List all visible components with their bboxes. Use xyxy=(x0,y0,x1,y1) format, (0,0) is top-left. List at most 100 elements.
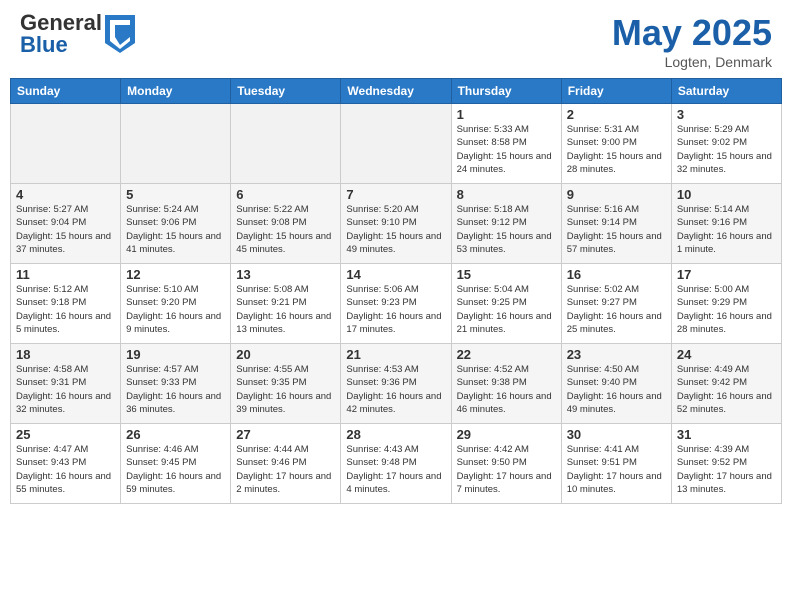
calendar-cell: 29Sunrise: 4:42 AMSunset: 9:50 PMDayligh… xyxy=(451,424,561,504)
logo-icon xyxy=(105,15,135,53)
day-info: Sunrise: 4:50 AMSunset: 9:40 PMDaylight:… xyxy=(567,363,666,416)
day-info: Sunrise: 4:42 AMSunset: 9:50 PMDaylight:… xyxy=(457,443,556,496)
day-number: 6 xyxy=(236,187,335,202)
calendar-cell: 7Sunrise: 5:20 AMSunset: 9:10 PMDaylight… xyxy=(341,184,451,264)
calendar-cell: 18Sunrise: 4:58 AMSunset: 9:31 PMDayligh… xyxy=(11,344,121,424)
day-info: Sunrise: 4:49 AMSunset: 9:42 PMDaylight:… xyxy=(677,363,776,416)
calendar-cell: 20Sunrise: 4:55 AMSunset: 9:35 PMDayligh… xyxy=(231,344,341,424)
day-number: 21 xyxy=(346,347,445,362)
calendar-cell: 31Sunrise: 4:39 AMSunset: 9:52 PMDayligh… xyxy=(671,424,781,504)
day-info: Sunrise: 5:33 AMSunset: 8:58 PMDaylight:… xyxy=(457,123,556,176)
header: General Blue May 2025 Logten, Denmark xyxy=(0,0,792,78)
day-info: Sunrise: 5:31 AMSunset: 9:00 PMDaylight:… xyxy=(567,123,666,176)
day-info: Sunrise: 4:52 AMSunset: 9:38 PMDaylight:… xyxy=(457,363,556,416)
day-number: 17 xyxy=(677,267,776,282)
calendar-cell xyxy=(11,104,121,184)
day-info: Sunrise: 5:06 AMSunset: 9:23 PMDaylight:… xyxy=(346,283,445,336)
day-number: 15 xyxy=(457,267,556,282)
day-info: Sunrise: 4:55 AMSunset: 9:35 PMDaylight:… xyxy=(236,363,335,416)
day-number: 3 xyxy=(677,107,776,122)
day-number: 22 xyxy=(457,347,556,362)
day-number: 19 xyxy=(126,347,225,362)
day-info: Sunrise: 5:18 AMSunset: 9:12 PMDaylight:… xyxy=(457,203,556,256)
day-number: 16 xyxy=(567,267,666,282)
day-number: 29 xyxy=(457,427,556,442)
day-info: Sunrise: 5:10 AMSunset: 9:20 PMDaylight:… xyxy=(126,283,225,336)
location: Logten, Denmark xyxy=(612,54,772,70)
day-info: Sunrise: 5:16 AMSunset: 9:14 PMDaylight:… xyxy=(567,203,666,256)
day-info: Sunrise: 5:29 AMSunset: 9:02 PMDaylight:… xyxy=(677,123,776,176)
calendar-wrapper: Sunday Monday Tuesday Wednesday Thursday… xyxy=(0,78,792,512)
day-number: 4 xyxy=(16,187,115,202)
day-number: 18 xyxy=(16,347,115,362)
day-info: Sunrise: 4:39 AMSunset: 9:52 PMDaylight:… xyxy=(677,443,776,496)
day-number: 24 xyxy=(677,347,776,362)
day-info: Sunrise: 5:20 AMSunset: 9:10 PMDaylight:… xyxy=(346,203,445,256)
calendar-cell: 1Sunrise: 5:33 AMSunset: 8:58 PMDaylight… xyxy=(451,104,561,184)
day-number: 25 xyxy=(16,427,115,442)
day-number: 10 xyxy=(677,187,776,202)
logo-blue: Blue xyxy=(20,32,68,57)
calendar-table: Sunday Monday Tuesday Wednesday Thursday… xyxy=(10,78,782,504)
day-info: Sunrise: 4:46 AMSunset: 9:45 PMDaylight:… xyxy=(126,443,225,496)
calendar-cell: 9Sunrise: 5:16 AMSunset: 9:14 PMDaylight… xyxy=(561,184,671,264)
calendar-cell: 19Sunrise: 4:57 AMSunset: 9:33 PMDayligh… xyxy=(121,344,231,424)
calendar-cell: 30Sunrise: 4:41 AMSunset: 9:51 PMDayligh… xyxy=(561,424,671,504)
col-sunday: Sunday xyxy=(11,79,121,104)
day-number: 1 xyxy=(457,107,556,122)
day-number: 7 xyxy=(346,187,445,202)
calendar-cell: 26Sunrise: 4:46 AMSunset: 9:45 PMDayligh… xyxy=(121,424,231,504)
day-info: Sunrise: 4:47 AMSunset: 9:43 PMDaylight:… xyxy=(16,443,115,496)
day-info: Sunrise: 5:02 AMSunset: 9:27 PMDaylight:… xyxy=(567,283,666,336)
day-info: Sunrise: 4:58 AMSunset: 9:31 PMDaylight:… xyxy=(16,363,115,416)
day-number: 5 xyxy=(126,187,225,202)
day-number: 12 xyxy=(126,267,225,282)
calendar-cell: 27Sunrise: 4:44 AMSunset: 9:46 PMDayligh… xyxy=(231,424,341,504)
calendar-cell: 10Sunrise: 5:14 AMSunset: 9:16 PMDayligh… xyxy=(671,184,781,264)
calendar-week-row: 11Sunrise: 5:12 AMSunset: 9:18 PMDayligh… xyxy=(11,264,782,344)
calendar-cell: 28Sunrise: 4:43 AMSunset: 9:48 PMDayligh… xyxy=(341,424,451,504)
calendar-cell xyxy=(231,104,341,184)
day-info: Sunrise: 5:14 AMSunset: 9:16 PMDaylight:… xyxy=(677,203,776,256)
calendar-cell: 4Sunrise: 5:27 AMSunset: 9:04 PMDaylight… xyxy=(11,184,121,264)
day-info: Sunrise: 5:04 AMSunset: 9:25 PMDaylight:… xyxy=(457,283,556,336)
calendar-week-row: 25Sunrise: 4:47 AMSunset: 9:43 PMDayligh… xyxy=(11,424,782,504)
day-number: 30 xyxy=(567,427,666,442)
day-number: 31 xyxy=(677,427,776,442)
calendar-cell: 14Sunrise: 5:06 AMSunset: 9:23 PMDayligh… xyxy=(341,264,451,344)
day-number: 13 xyxy=(236,267,335,282)
calendar-cell: 13Sunrise: 5:08 AMSunset: 9:21 PMDayligh… xyxy=(231,264,341,344)
month-title: May 2025 xyxy=(612,12,772,54)
calendar-cell: 22Sunrise: 4:52 AMSunset: 9:38 PMDayligh… xyxy=(451,344,561,424)
day-info: Sunrise: 4:43 AMSunset: 9:48 PMDaylight:… xyxy=(346,443,445,496)
day-number: 27 xyxy=(236,427,335,442)
day-info: Sunrise: 5:27 AMSunset: 9:04 PMDaylight:… xyxy=(16,203,115,256)
day-number: 9 xyxy=(567,187,666,202)
calendar-cell: 25Sunrise: 4:47 AMSunset: 9:43 PMDayligh… xyxy=(11,424,121,504)
calendar-week-row: 18Sunrise: 4:58 AMSunset: 9:31 PMDayligh… xyxy=(11,344,782,424)
day-number: 11 xyxy=(16,267,115,282)
day-info: Sunrise: 5:22 AMSunset: 9:08 PMDaylight:… xyxy=(236,203,335,256)
day-number: 14 xyxy=(346,267,445,282)
calendar-cell: 17Sunrise: 5:00 AMSunset: 9:29 PMDayligh… xyxy=(671,264,781,344)
day-info: Sunrise: 4:53 AMSunset: 9:36 PMDaylight:… xyxy=(346,363,445,416)
day-info: Sunrise: 4:41 AMSunset: 9:51 PMDaylight:… xyxy=(567,443,666,496)
day-number: 20 xyxy=(236,347,335,362)
calendar-cell: 24Sunrise: 4:49 AMSunset: 9:42 PMDayligh… xyxy=(671,344,781,424)
col-friday: Friday xyxy=(561,79,671,104)
day-number: 8 xyxy=(457,187,556,202)
day-info: Sunrise: 5:24 AMSunset: 9:06 PMDaylight:… xyxy=(126,203,225,256)
calendar-cell xyxy=(121,104,231,184)
day-info: Sunrise: 5:08 AMSunset: 9:21 PMDaylight:… xyxy=(236,283,335,336)
col-monday: Monday xyxy=(121,79,231,104)
day-number: 2 xyxy=(567,107,666,122)
calendar-cell: 21Sunrise: 4:53 AMSunset: 9:36 PMDayligh… xyxy=(341,344,451,424)
calendar-week-row: 1Sunrise: 5:33 AMSunset: 8:58 PMDaylight… xyxy=(11,104,782,184)
calendar-cell: 2Sunrise: 5:31 AMSunset: 9:00 PMDaylight… xyxy=(561,104,671,184)
day-info: Sunrise: 4:44 AMSunset: 9:46 PMDaylight:… xyxy=(236,443,335,496)
calendar-cell xyxy=(341,104,451,184)
calendar-week-row: 4Sunrise: 5:27 AMSunset: 9:04 PMDaylight… xyxy=(11,184,782,264)
logo: General Blue xyxy=(20,12,135,56)
calendar-header-row: Sunday Monday Tuesday Wednesday Thursday… xyxy=(11,79,782,104)
calendar-cell: 12Sunrise: 5:10 AMSunset: 9:20 PMDayligh… xyxy=(121,264,231,344)
